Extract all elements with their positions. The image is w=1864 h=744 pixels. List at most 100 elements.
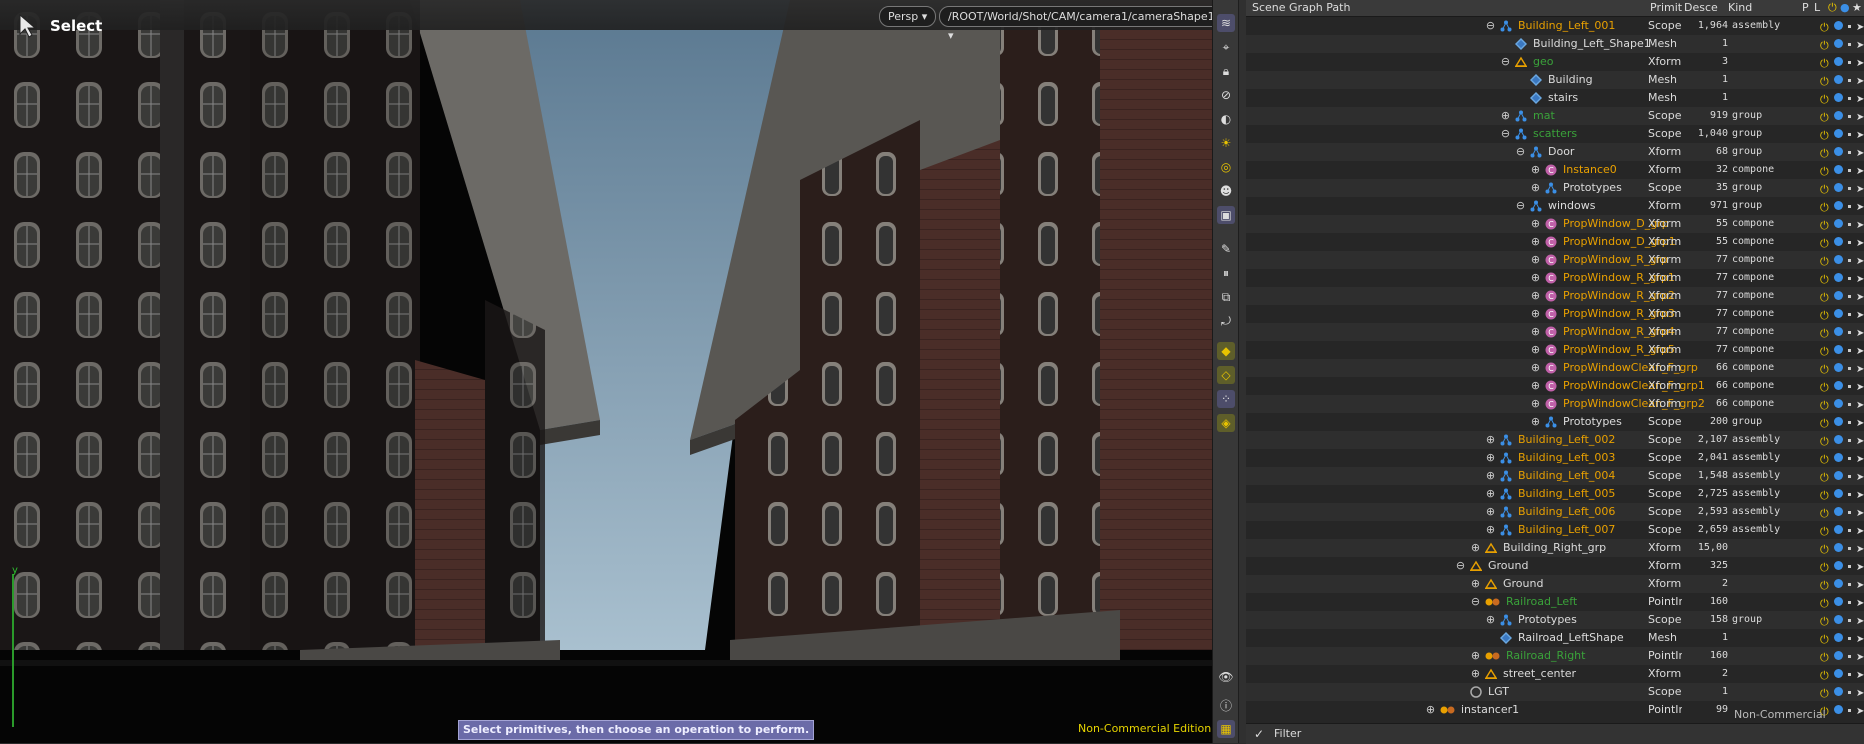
tree-row[interactable]: ⊕ Building_Left_007 Scope 2,659 assembly ⏻ ➤ <box>1246 521 1864 539</box>
visibility-toggle-icon[interactable] <box>1834 615 1843 624</box>
tree-row[interactable]: ⊕ C PropWindow_D_grp1 Xform 55 compone ⏻ ➤ <box>1246 233 1864 251</box>
selectable-dot-icon[interactable] <box>1848 493 1851 496</box>
collapse-icon[interactable]: ⊖ <box>1515 146 1526 157</box>
select-tool[interactable]: Select <box>18 14 102 38</box>
selectable-dot-icon[interactable] <box>1848 223 1851 226</box>
expand-icon[interactable]: ⊕ <box>1530 308 1541 319</box>
visibility-toggle-icon[interactable] <box>1834 111 1843 120</box>
column-descendants[interactable]: Descen <box>1684 1 1718 14</box>
selectable-dot-icon[interactable] <box>1848 25 1851 28</box>
selectable-dot-icon[interactable] <box>1848 115 1851 118</box>
selectable-dot-icon[interactable] <box>1848 673 1851 676</box>
visibility-toggle-icon[interactable] <box>1834 651 1843 660</box>
visibility-toggle-icon[interactable] <box>1834 255 1843 264</box>
visibility-toggle-icon[interactable] <box>1834 39 1843 48</box>
tree-row[interactable]: ⊕ C PropWindowClean_F_grp2 Xform 66 compone ⏻ ➤ <box>1246 395 1864 413</box>
tree-row[interactable]: ⊕ Building_Left_003 Scope 2,041 assembly ⏻ ➤ <box>1246 449 1864 467</box>
tree-row[interactable]: ⊕ Building_Left_005 Scope 2,725 assembly ⏻ ➤ <box>1246 485 1864 503</box>
projection-menu[interactable]: Persp ▾ <box>879 6 937 27</box>
expand-icon[interactable]: ⊕ <box>1470 542 1481 553</box>
display-options-icon[interactable]: ≋ <box>1217 14 1235 32</box>
collapse-icon[interactable]: ⊖ <box>1500 56 1511 67</box>
tree-row[interactable]: ⊕ C PropWindow_R_grp2 Xform 77 compone ⏻ ➤ <box>1246 287 1864 305</box>
expand-icon[interactable]: ⊕ <box>1530 182 1541 193</box>
tree-row[interactable]: stairs Mesh 1 ⏻ ➤ <box>1246 89 1864 107</box>
visibility-toggle-icon[interactable] <box>1834 525 1843 534</box>
tree-row[interactable]: ⊕ C PropWindow_R_grp3 Xform 77 compone ⏻ ➤ <box>1246 305 1864 323</box>
selectable-dot-icon[interactable] <box>1848 601 1851 604</box>
selectable-dot-icon[interactable] <box>1848 313 1851 316</box>
visibility-toggle-icon[interactable] <box>1834 219 1843 228</box>
visibility-toggle-icon[interactable] <box>1834 309 1843 318</box>
visibility-toggle-icon[interactable] <box>1834 507 1843 516</box>
expand-icon[interactable]: ⊕ <box>1470 650 1481 661</box>
tree-row[interactable]: LGT Scope 1 ⏻ ➤ <box>1246 683 1864 701</box>
filter-bar[interactable]: ✓ Filter <box>1246 723 1864 744</box>
tree-row[interactable]: ⊕ C PropWindowClean_F_grp1 Xform 66 compone ⏻ ➤ <box>1246 377 1864 395</box>
visibility-toggle-icon[interactable] <box>1834 363 1843 372</box>
collapse-icon[interactable]: ⊖ <box>1470 596 1481 607</box>
tree-row[interactable]: ⊕ street_center Xform 2 ⏻ ➤ <box>1246 665 1864 683</box>
tree-row[interactable]: ⊕ Railroad_Right PointIns 160 ⏻➤ <box>1246 647 1864 665</box>
selectable-dot-icon[interactable] <box>1848 385 1851 388</box>
expand-icon[interactable]: ⊕ <box>1530 416 1541 427</box>
expand-icon[interactable]: ⊕ <box>1530 254 1541 265</box>
selectable-dot-icon[interactable] <box>1848 349 1851 352</box>
selectable-dot-icon[interactable] <box>1848 421 1851 424</box>
tree-row[interactable]: ⊕ Ground Xform 2 ⏻ ➤ <box>1246 575 1864 593</box>
selectable-dot-icon[interactable] <box>1848 187 1851 190</box>
selectable-dot-icon[interactable] <box>1848 169 1851 172</box>
tree-row[interactable]: ⊕ mat Scope 919 group ⏻ ➤ <box>1246 107 1864 125</box>
select-instances-icon[interactable]: ◈ <box>1217 414 1235 432</box>
expand-icon[interactable]: ⊕ <box>1485 488 1496 499</box>
expand-icon[interactable]: ⊕ <box>1485 506 1496 517</box>
visibility-icon[interactable]: 👁︎ <box>1217 668 1235 686</box>
visibility-toggle-icon[interactable] <box>1834 21 1843 30</box>
expand-icon[interactable]: ⊕ <box>1485 614 1496 625</box>
tree-row[interactable]: Building Mesh 1 ⏻ ➤ <box>1246 71 1864 89</box>
selectable-dot-icon[interactable] <box>1848 619 1851 622</box>
selectable-dot-icon[interactable] <box>1848 331 1851 334</box>
expand-icon[interactable]: ⊕ <box>1485 524 1496 535</box>
selectable-dot-icon[interactable] <box>1848 241 1851 244</box>
expand-icon[interactable]: ⊕ <box>1530 326 1541 337</box>
tree-row[interactable]: ⊖ Building_Left_001 Scope 1,964 assembly ⏻ ➤ <box>1246 17 1864 35</box>
collapse-icon[interactable]: ⊖ <box>1485 20 1496 31</box>
pause-icon[interactable]: ⏸ <box>1217 264 1235 282</box>
selectable-dot-icon[interactable] <box>1848 151 1851 154</box>
tree-row[interactable]: ⊕ Building_Left_002 Scope 2,107 assembly ⏻ ➤ <box>1246 431 1864 449</box>
visibility-toggle-icon[interactable] <box>1834 381 1843 390</box>
selectable-dot-icon[interactable] <box>1848 205 1851 208</box>
tree-row[interactable]: ⊕ Prototypes Scope 158 group ⏻ ➤ <box>1246 611 1864 629</box>
visibility-toggle-icon[interactable] <box>1834 327 1843 336</box>
tree-row[interactable]: ⊕ C PropWindow_D_grp Xform 55 compone ⏻ ➤ <box>1246 215 1864 233</box>
visibility-toggle-icon[interactable] <box>1834 75 1843 84</box>
expand-icon[interactable]: ⊕ <box>1485 470 1496 481</box>
selectable-dot-icon[interactable] <box>1848 133 1851 136</box>
visibility-toggle-icon[interactable] <box>1834 93 1843 102</box>
lock-icon[interactable]: 🔒︎ <box>1217 62 1235 80</box>
render-region-icon[interactable]: ✎ <box>1217 240 1235 258</box>
select-points-icon[interactable]: ⁘ <box>1217 390 1235 408</box>
visibility-toggle-icon[interactable] <box>1834 489 1843 498</box>
expand-icon[interactable]: ⊕ <box>1485 434 1496 445</box>
visibility-toggle-icon[interactable] <box>1834 561 1843 570</box>
power-column-icon[interactable]: ⏻ <box>1828 1 1837 15</box>
select-mode-icon[interactable]: ◆ <box>1217 342 1235 360</box>
tree-row[interactable]: ⊕ Prototypes Scope 35 group ⏻ ➤ <box>1246 179 1864 197</box>
visibility-column-icon[interactable]: ● <box>1840 1 1850 14</box>
expand-icon[interactable]: ⊕ <box>1530 218 1541 229</box>
expand-icon[interactable]: ⊕ <box>1470 578 1481 589</box>
tree-row[interactable]: Building_Left_Shape1 Mesh 1 ⏻ ➤ <box>1246 35 1864 53</box>
selectable-dot-icon[interactable] <box>1848 295 1851 298</box>
snapping-icon[interactable]: ⌖ <box>1217 38 1235 56</box>
collapse-icon[interactable]: ⊖ <box>1515 200 1526 211</box>
visibility-toggle-icon[interactable] <box>1834 237 1843 246</box>
column-primitive[interactable]: Primiti <box>1650 1 1682 14</box>
tree-row[interactable]: ⊕ Building_Left_004 Scope 1,548 assembly ⏻ ➤ <box>1246 467 1864 485</box>
expand-icon[interactable]: ⊕ <box>1470 668 1481 679</box>
visibility-toggle-icon[interactable] <box>1834 399 1843 408</box>
visibility-toggle-icon[interactable] <box>1834 597 1843 606</box>
selectable-dot-icon[interactable] <box>1848 61 1851 64</box>
selectable-dot-icon[interactable] <box>1848 79 1851 82</box>
